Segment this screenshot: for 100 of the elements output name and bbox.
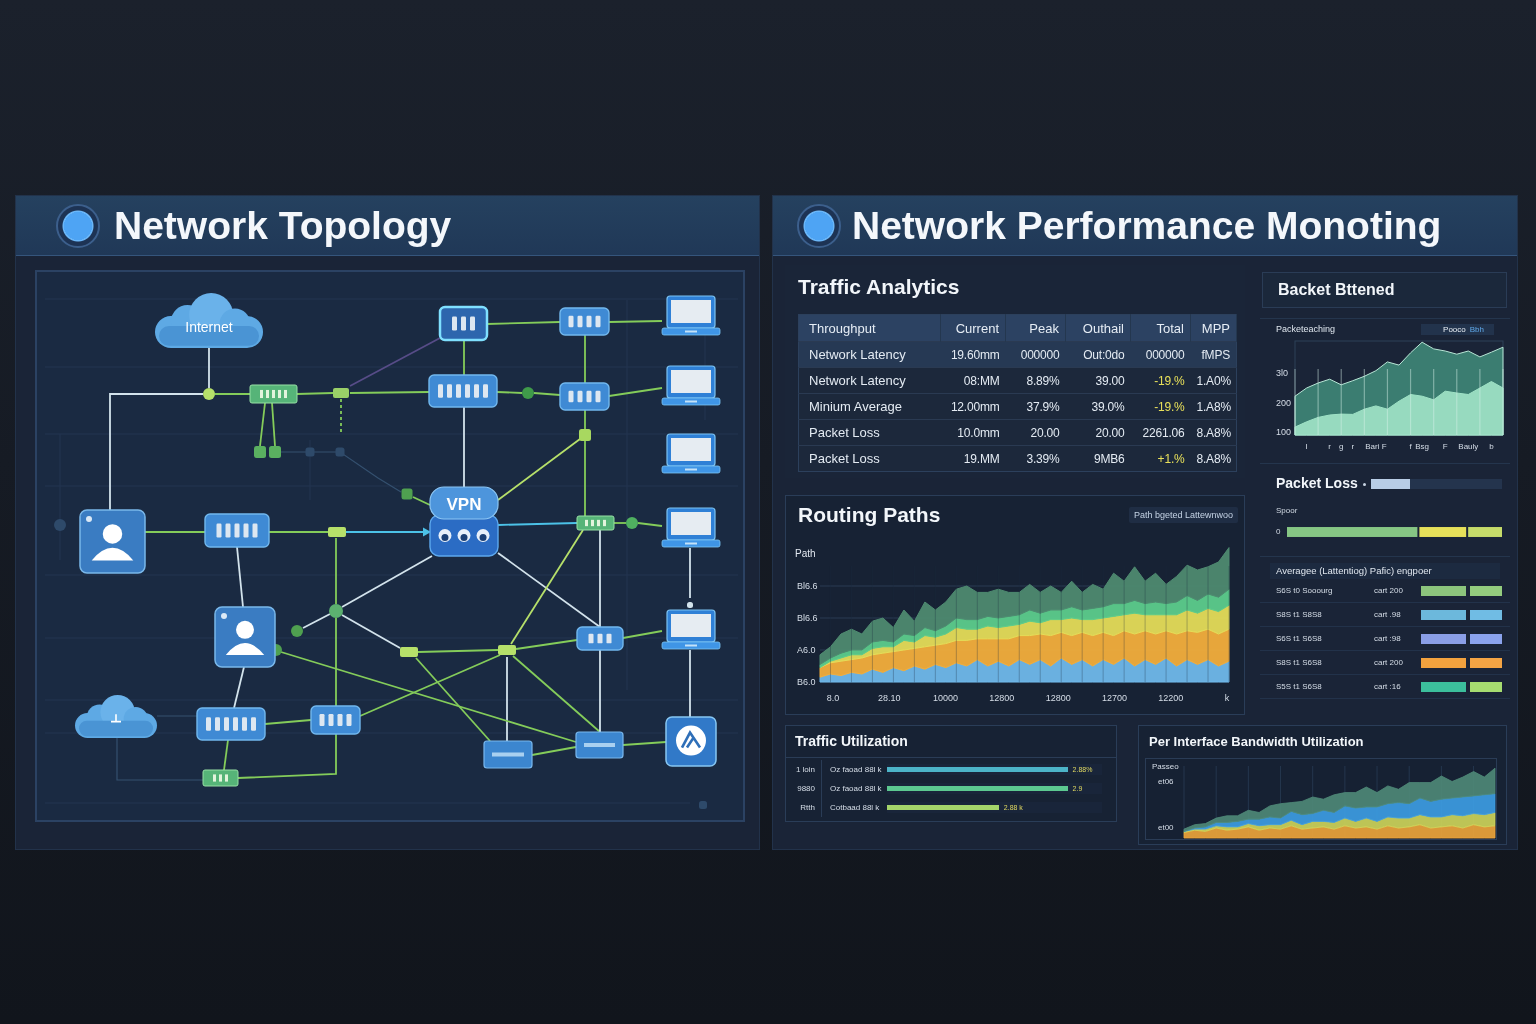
- row-value: cart 200: [1374, 658, 1404, 667]
- axis-label: Path: [795, 548, 816, 559]
- row-label: S6S t1 S6S8: [1276, 634, 1323, 643]
- table-cell: 8.A8%: [1190, 419, 1237, 446]
- table-cell: fMPS: [1190, 341, 1237, 368]
- table-cell: 39.00: [1065, 367, 1131, 394]
- laptop-node: [661, 295, 721, 336]
- column-header: Outhail: [1065, 314, 1131, 342]
- scale-label: et00: [1158, 822, 1174, 832]
- tick-label: r: [1351, 442, 1355, 451]
- table-cell: 12.00mm: [940, 393, 1006, 420]
- column-header: Current: [940, 314, 1006, 342]
- circle-icon: [56, 203, 100, 248]
- table-row[interactable]: Network Latency 19.60mm 000000 Out:0do 000000 fMPS: [798, 341, 1237, 368]
- section-title: Packet Loss: [1276, 476, 1358, 492]
- row-name: Oz faoad 88l k: [829, 784, 883, 793]
- legend-label: Bbh: [1469, 324, 1484, 334]
- scale-label: 12700: [1101, 693, 1127, 703]
- column-header: Throughput: [798, 314, 941, 342]
- table-row[interactable]: Packet Loss 10.0mm 20.00 20.00 2261.06 8.A8%: [798, 419, 1237, 446]
- table-cell: 19.60mm: [940, 341, 1006, 368]
- section-title: Traffic Analytics: [798, 275, 961, 299]
- column-header: MPP: [1190, 314, 1237, 342]
- row-label: Rtth: [786, 798, 822, 817]
- scale-label: Bl6.6: [797, 613, 818, 623]
- row-label: 9880: [786, 779, 822, 798]
- table-cell: 10.0mm: [940, 419, 1006, 446]
- tick-label: r: [1328, 442, 1331, 451]
- row-name: Oz faoad 88l k: [829, 765, 883, 774]
- row-value: cart 200: [1374, 586, 1404, 595]
- table-cell: 20.00: [1005, 419, 1066, 446]
- table-cell: 39.0%: [1065, 393, 1131, 420]
- chart-label: Spoor: [1276, 506, 1299, 516]
- legend-chip: Path bgeted Lattewnwoo: [1128, 507, 1238, 523]
- row-label: 0: [1276, 527, 1282, 537]
- row-label: S8S t1 S8S8: [1276, 610, 1323, 619]
- row-label: S5S t1 S6S8: [1276, 682, 1323, 691]
- tick-label: 200: [1276, 397, 1292, 408]
- table-cell: Network Latency: [798, 367, 941, 394]
- table-cell: 8.A8%: [1190, 445, 1237, 472]
- column-header: Peak: [1005, 314, 1066, 342]
- tick-label: b: [1489, 442, 1494, 451]
- table-cell: 3.39%: [1005, 445, 1066, 472]
- table-cell: Network Latency: [798, 341, 941, 368]
- tick-label: 3l0: [1276, 368, 1288, 379]
- table-row[interactable]: Network Latency 08:MM 8.89% 39.00 -19.% 1.A0%: [798, 367, 1237, 394]
- section-title: Averagee (Lattentiog) Pafic) engpoer: [1270, 563, 1500, 579]
- tick-label: 100: [1276, 427, 1292, 438]
- table-cell: Out:0do: [1065, 341, 1131, 368]
- row-value: cart .98: [1374, 610, 1402, 619]
- row-label: S8S t1 S6S8: [1276, 658, 1323, 667]
- row-name: Cotbaad 88l k: [829, 803, 881, 812]
- legend-label: Pooco: [1443, 324, 1466, 334]
- scale-label: k: [1224, 693, 1230, 703]
- table-row[interactable]: Packet Loss 19.MM 3.39% 9MB6 +1.% 8.A8%: [798, 445, 1237, 472]
- scale-label: Bl6.6: [797, 581, 818, 591]
- section-title: Per Interface Bandwidth Utilization: [1149, 734, 1364, 750]
- table-cell: Minium Average: [798, 393, 941, 420]
- table-cell: 19.MM: [940, 445, 1006, 472]
- table-cell: 37.9%: [1005, 393, 1066, 420]
- panel-title: Network Performance Monoting: [852, 206, 1442, 245]
- row-value: cart :98: [1374, 634, 1402, 643]
- scale-label: 12800: [989, 693, 1015, 703]
- row-label: S6S t0 Sooourg: [1276, 586, 1334, 595]
- tick-label: I: [1305, 442, 1308, 451]
- table-cell: Packet Loss: [798, 445, 941, 472]
- table-cell: Packet Loss: [798, 419, 941, 446]
- tick-label: Bauly: [1458, 442, 1479, 451]
- table-cell: -19.%: [1130, 393, 1191, 420]
- table-row[interactable]: Minium Average 12.00mm 37.9% 39.0% -19.% 1.A8%: [798, 393, 1237, 420]
- row-value: cart :16: [1374, 682, 1402, 691]
- scale-label: 12200: [1158, 693, 1184, 703]
- table-cell: 000000: [1130, 341, 1191, 368]
- chart-title: Packeteaching: [1276, 324, 1336, 334]
- tick-label: Bari F: [1365, 442, 1387, 451]
- tick-label: g: [1339, 442, 1344, 451]
- table-cell: 2261.06: [1130, 419, 1191, 446]
- table-cell: 20.00: [1065, 419, 1131, 446]
- scale-label: B6.0: [797, 677, 816, 687]
- scale-label: 12800: [1045, 693, 1071, 703]
- tick-label: f: [1409, 442, 1412, 451]
- scale-label: 8.0: [826, 693, 840, 703]
- scale-label: 28.10: [878, 693, 901, 703]
- section-title: Traffic Utilization: [795, 733, 908, 750]
- axis-label: Passeo: [1152, 762, 1179, 771]
- table-cell: 9MB6: [1065, 445, 1131, 472]
- scale-label: A6.0: [797, 645, 816, 655]
- table-cell: 1.A8%: [1190, 393, 1237, 420]
- section-title: Backet Bttened: [1278, 281, 1395, 299]
- column-header: Total: [1130, 314, 1191, 342]
- scale-label: et06: [1158, 777, 1174, 786]
- table-cell: 8.89%: [1005, 367, 1066, 394]
- scale-label: 10000: [933, 693, 959, 703]
- table-cell: -19.%: [1130, 367, 1191, 394]
- bullet-icon: [1362, 482, 1366, 486]
- row-label: 1 loin: [786, 760, 822, 779]
- table-cell: 1.A0%: [1190, 367, 1237, 394]
- section-title: Routing Paths: [798, 503, 941, 527]
- table-cell: 000000: [1005, 341, 1066, 368]
- tick-label: Bsg: [1415, 442, 1429, 451]
